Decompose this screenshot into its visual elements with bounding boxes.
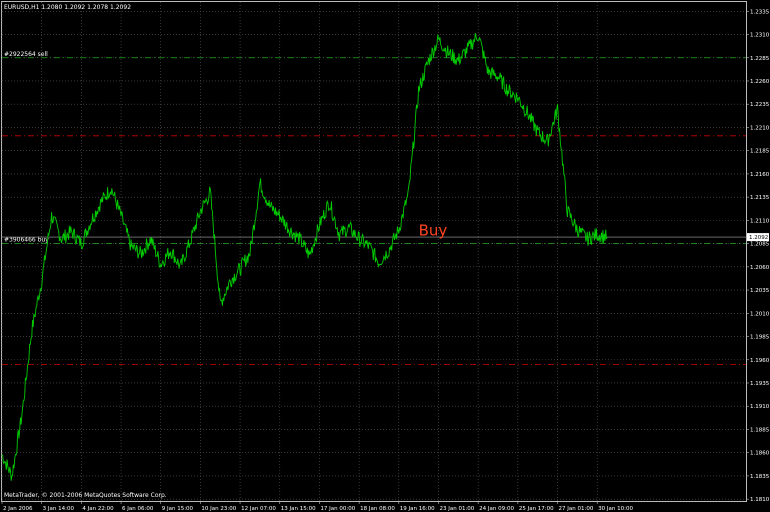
y-tick-label: 1.2160 [750, 172, 770, 178]
x-tick-label: 23 Jan 01:00 [439, 506, 474, 512]
y-tick-label: 1.1810 [750, 497, 770, 503]
price-series-group [1, 33, 608, 481]
time-axis: 2 Jan 2006 3 Jan 14:00 4 Jan 22:00 6 Jan 06… [1, 501, 634, 512]
y-tick-label: 1.2110 [750, 218, 770, 224]
x-tick-label: 12 Jan 07:00 [241, 506, 276, 512]
buy-annotation: Buy [419, 222, 448, 240]
x-tick-label: 9 Jan 15:00 [162, 506, 194, 512]
y-tick-label: 1.2060 [750, 265, 770, 271]
x-tick-label: 17 Jan 00:00 [320, 506, 355, 512]
y-tick-label: 1.2285 [750, 56, 770, 62]
x-tick-label: 3 Jan 14:00 [43, 506, 75, 512]
y-tick-label: 1.2185 [750, 149, 770, 155]
y-tick-label: 1.1835 [750, 474, 770, 480]
chart-title: EURUSD,H1 1.2080 1.2092 1.2078 1.2092 [4, 4, 131, 11]
x-tick-label: 13 Jan 15:00 [281, 506, 316, 512]
y-tick-label: 1.1960 [750, 358, 770, 364]
x-tick-label: 10 Jan 23:00 [201, 506, 236, 512]
y-tick-label: 1.2035 [750, 288, 770, 294]
order-lines: #2922564 sell #3906466 buy [2, 51, 746, 365]
y-tick-label: 1.1985 [750, 335, 770, 341]
price-axis: 1.2335 1.2310 1.2285 1.2260 1.2235 1.2210 1.21… [746, 9, 770, 503]
order-line-label: #2922564 sell [4, 51, 48, 58]
x-tick-label: 24 Jan 09:00 [479, 506, 514, 512]
y-tick-label: 1.2135 [750, 195, 770, 201]
y-tick-label: 1.2335 [750, 9, 770, 15]
y-tick-label: 1.2210 [750, 125, 770, 131]
copyright-text: MetaTrader, © 2001-2006 MetaQuotes Softw… [4, 492, 167, 499]
current-price-label: 1.2092 [749, 235, 768, 241]
x-tick-label: 25 Jan 17:00 [519, 506, 554, 512]
x-tick-label: 19 Jan 16:00 [400, 506, 435, 512]
x-tick-label: 27 Jan 01:00 [559, 506, 594, 512]
x-tick-label: 2 Jan 2006 [3, 506, 33, 512]
price-series [1, 33, 608, 481]
y-tick-label: 1.1860 [750, 451, 770, 457]
order-line-label: #3906466 buy [4, 237, 49, 244]
price-chart[interactable]: #2922564 sell#3906466 buy 1.23351.23101.… [0, 0, 770, 512]
x-tick-label: 18 Jan 08:00 [360, 506, 395, 512]
y-tick-label: 1.2235 [750, 102, 770, 108]
y-tick-label: 1.1935 [750, 381, 770, 387]
y-tick-label: 1.1885 [750, 427, 770, 433]
y-tick-label: 1.2260 [750, 79, 770, 85]
y-tick-label: 1.2310 [750, 33, 770, 39]
x-tick-label: 6 Jan 06:00 [122, 506, 154, 512]
y-tick-label: 1.1910 [750, 404, 770, 410]
y-tick-label: 1.2010 [750, 311, 770, 317]
x-tick-label: 4 Jan 22:00 [82, 506, 114, 512]
y-tick-label: 1.2085 [750, 242, 770, 248]
x-tick-label: 30 Jan 10:00 [598, 506, 633, 512]
